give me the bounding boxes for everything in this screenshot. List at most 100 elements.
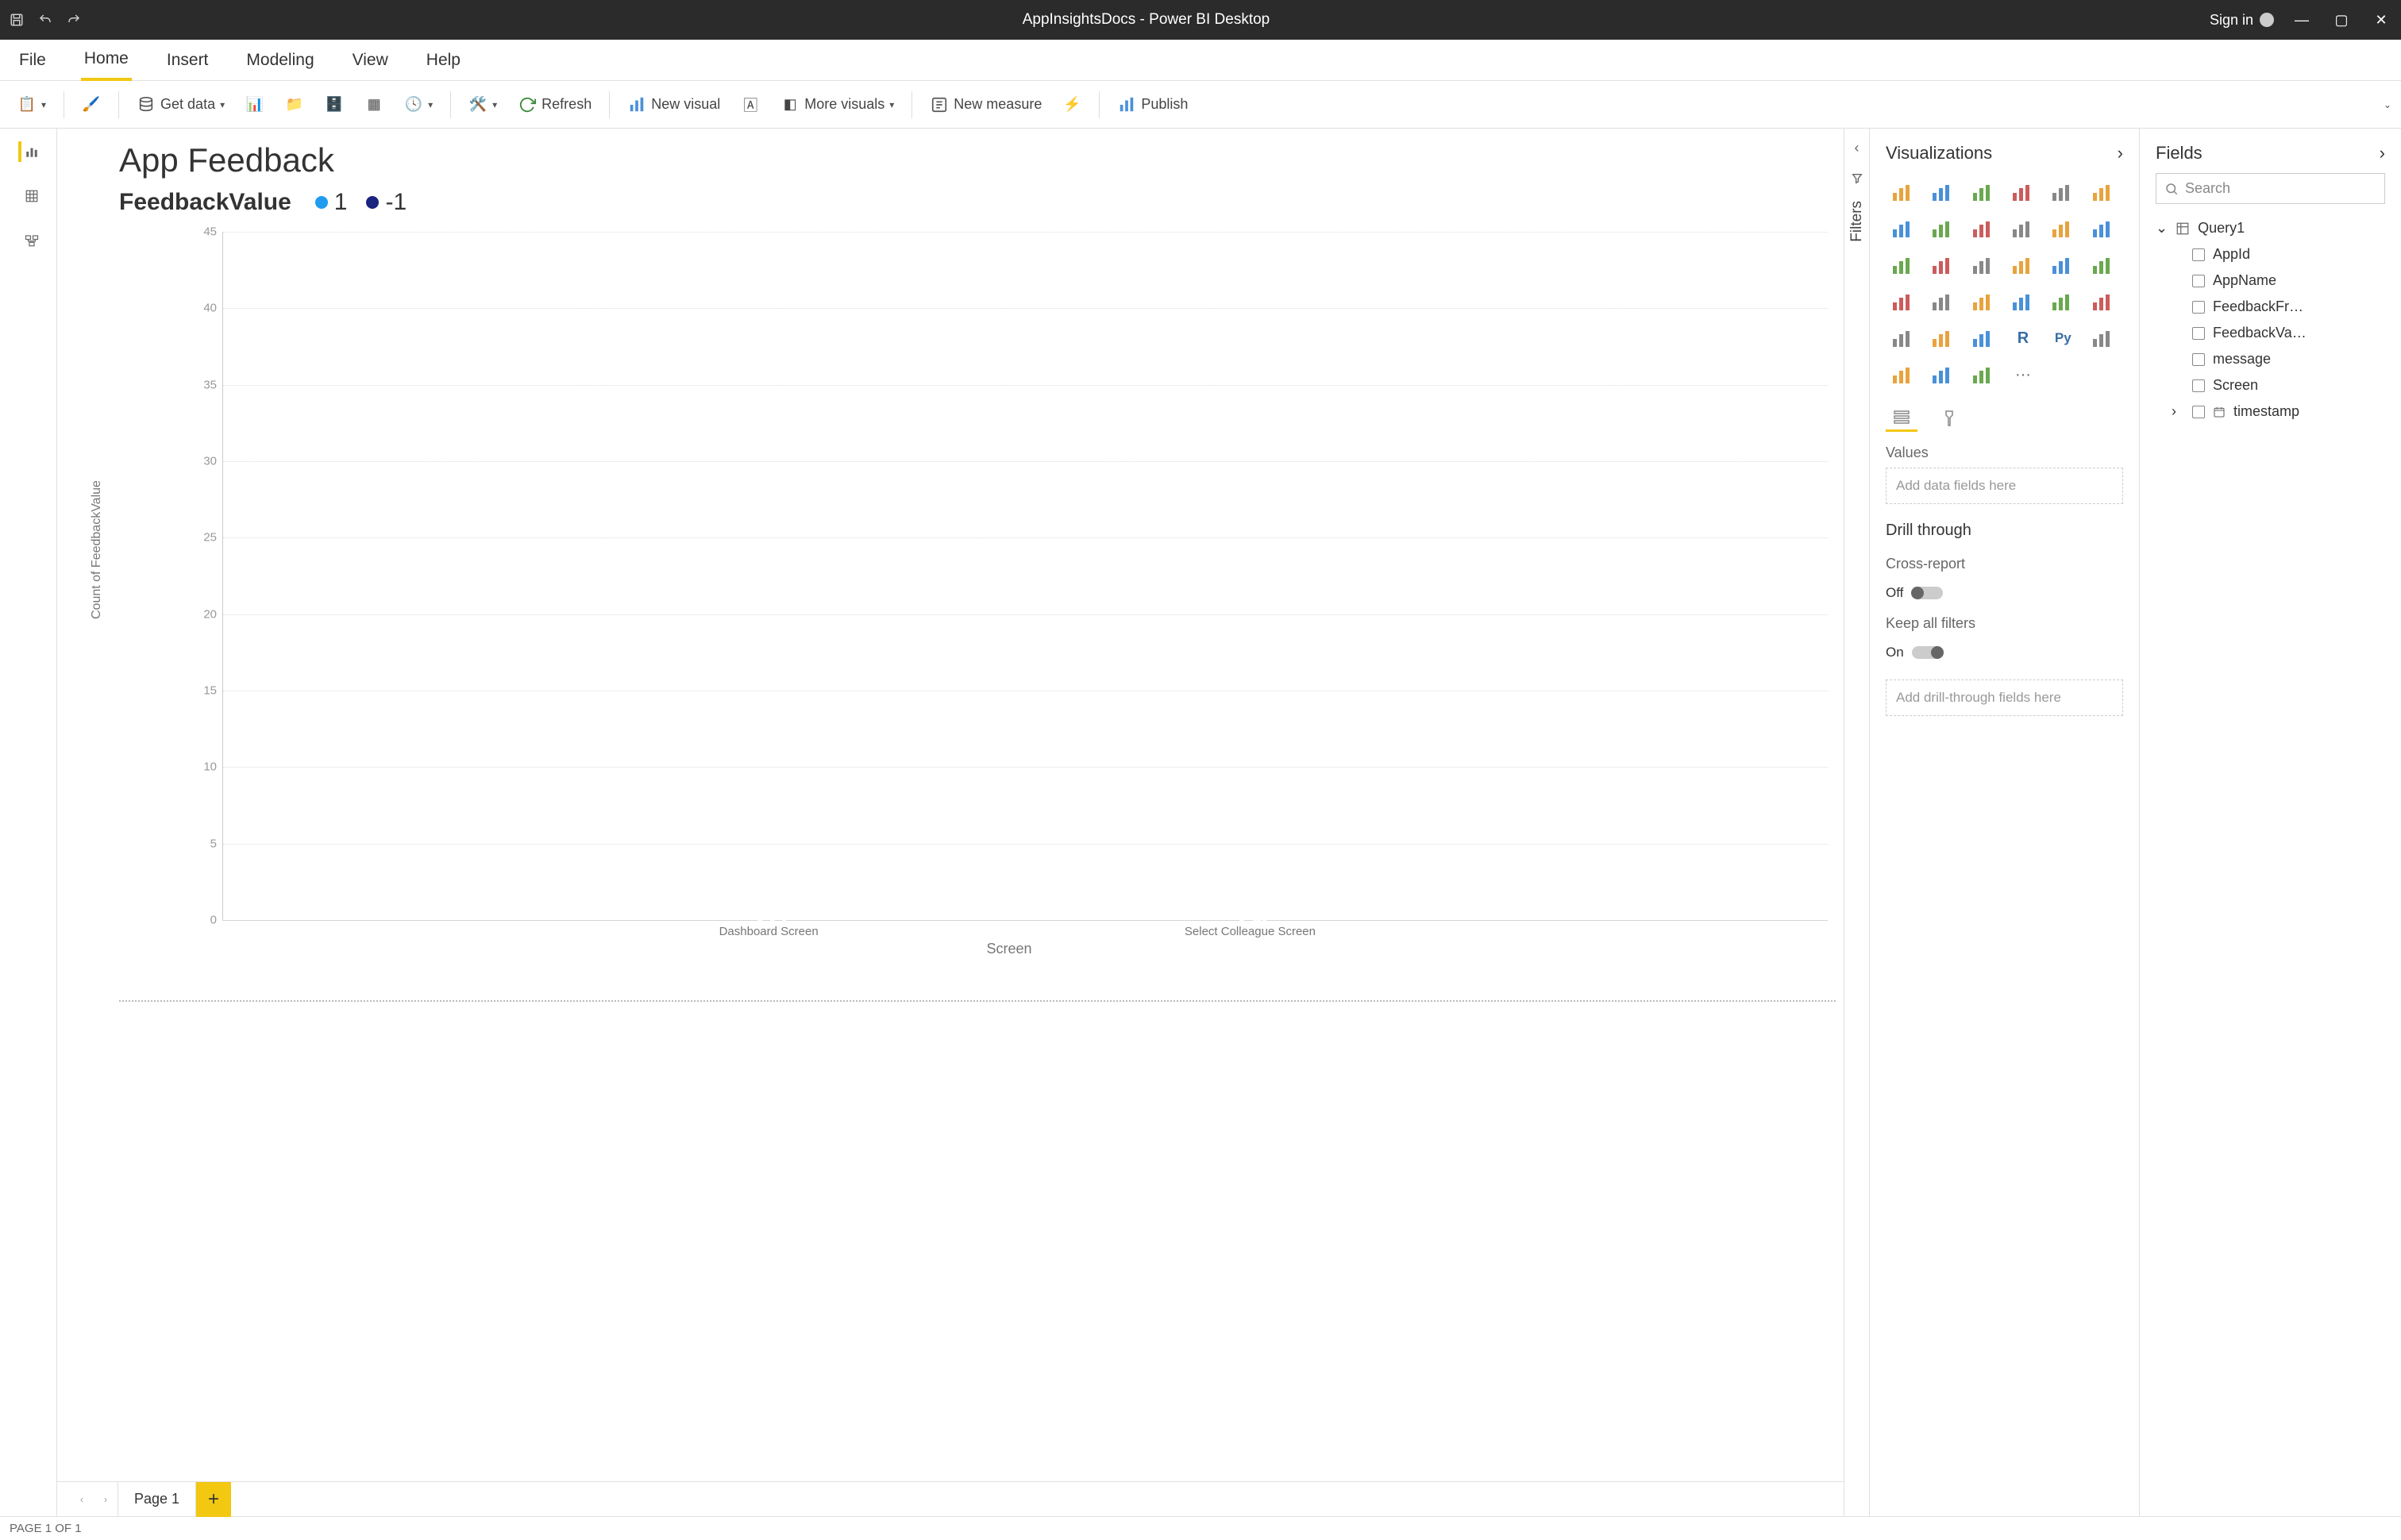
viz-type-filled-map[interactable] (1925, 286, 1960, 318)
viz-type-area[interactable] (1925, 213, 1960, 244)
viz-type-line-column[interactable] (2006, 213, 2041, 244)
viz-type-line-column-clustered[interactable] (2045, 213, 2080, 244)
viz-type-clustered-column[interactable] (2006, 176, 2041, 208)
drill-fields-drop-zone[interactable]: Add drill-through fields here (1886, 680, 2123, 716)
menu-home[interactable]: Home (81, 40, 132, 81)
viz-type-scatter[interactable] (1966, 249, 2001, 281)
viz-type-stacked-bar[interactable] (1886, 176, 1921, 208)
viz-type-card[interactable] (2006, 286, 2041, 318)
enter-data-button[interactable]: ▦ (356, 90, 391, 119)
page-tab-1[interactable]: Page 1 (118, 1481, 196, 1517)
viz-type-paginated[interactable] (1966, 359, 2001, 391)
fields-search-input[interactable]: Search (2156, 173, 2385, 204)
new-visual-button[interactable]: New visual (619, 90, 728, 119)
model-view-button[interactable] (18, 230, 39, 251)
viz-type-stacked-column-100[interactable] (2086, 176, 2121, 208)
viz-type-stacked-bar-100[interactable] (2045, 176, 2080, 208)
viz-type-clustered-bar[interactable] (1925, 176, 1960, 208)
menu-file[interactable]: File (16, 41, 49, 79)
undo-icon[interactable] (37, 11, 54, 29)
field-well-tab[interactable] (1886, 405, 1917, 432)
viz-type-key-influencers[interactable] (2086, 322, 2121, 354)
viz-type-waterfall[interactable] (1886, 249, 1921, 281)
page-prev-button[interactable]: ‹ (70, 1488, 94, 1511)
field-name: timestamp (2233, 403, 2299, 420)
paste-button[interactable]: 📋▾ (10, 90, 54, 119)
field-item[interactable]: ›timestamp (2156, 398, 2385, 425)
ribbon-collapse-icon[interactable]: ⌄ (2384, 99, 2391, 110)
menu-help[interactable]: Help (423, 41, 464, 79)
excel-source-button[interactable]: 📊 (237, 90, 272, 119)
maximize-icon[interactable]: ▢ (2330, 12, 2353, 29)
field-checkbox[interactable] (2192, 248, 2205, 261)
viz-type-line[interactable] (1886, 213, 1921, 244)
minimize-icon[interactable]: — (2290, 12, 2314, 29)
viz-type-funnel[interactable] (1925, 249, 1960, 281)
viz-type-r-visual[interactable]: R (2006, 322, 2041, 354)
field-item[interactable]: AppName (2156, 268, 2385, 294)
viz-type-kpi[interactable] (2086, 286, 2121, 318)
data-view-button[interactable] (18, 186, 39, 206)
field-checkbox[interactable] (2192, 327, 2205, 340)
viz-type-decomposition[interactable] (1886, 359, 1921, 391)
more-visuals-button[interactable]: ◧ More visuals ▾ (773, 90, 902, 119)
format-painter-button[interactable]: 🖌️ (74, 90, 109, 119)
field-item[interactable]: message (2156, 346, 2385, 372)
menu-view[interactable]: View (349, 41, 391, 79)
viz-type-treemap[interactable] (2086, 249, 2121, 281)
filters-expand-icon[interactable]: ‹ (1855, 140, 1860, 156)
recent-sources-button[interactable]: 🕓▾ (396, 90, 441, 119)
viz-type-pie[interactable] (2006, 249, 2041, 281)
viz-type-stacked-column[interactable] (1966, 176, 2001, 208)
pbi-dataset-button[interactable]: 📁 (277, 90, 312, 119)
keep-filters-toggle[interactable] (1912, 646, 1944, 659)
publish-button[interactable]: Publish (1109, 90, 1196, 119)
report-canvas[interactable]: App Feedback FeedbackValue 1 -1 Count of… (57, 129, 1844, 1481)
get-data-button[interactable]: Get data ▾ (129, 90, 233, 119)
field-checkbox[interactable] (2192, 406, 2205, 418)
redo-icon[interactable] (65, 11, 83, 29)
viz-type-more[interactable]: ··· (2006, 359, 2041, 391)
table-node[interactable]: ⌄ Query1 (2156, 215, 2385, 241)
save-icon[interactable] (8, 11, 25, 29)
viz-type-ribbon[interactable] (2086, 213, 2121, 244)
field-item[interactable]: FeedbackFr… (2156, 294, 2385, 320)
field-checkbox[interactable] (2192, 301, 2205, 314)
field-item[interactable]: FeedbackVa… (2156, 320, 2385, 346)
refresh-button[interactable]: Refresh (510, 90, 599, 119)
viz-type-map[interactable] (1886, 286, 1921, 318)
field-checkbox[interactable] (2192, 379, 2205, 392)
field-checkbox[interactable] (2192, 275, 2205, 287)
close-icon[interactable]: ✕ (2369, 12, 2393, 29)
viz-type-table[interactable] (1925, 322, 1960, 354)
viz-type-slicer[interactable] (1886, 322, 1921, 354)
quick-measure-button[interactable]: ⚡ (1054, 90, 1089, 119)
values-drop-zone[interactable]: Add data fields here (1886, 468, 2123, 504)
cross-report-toggle[interactable] (1911, 587, 1943, 599)
field-checkbox[interactable] (2192, 353, 2205, 366)
viz-type-qna[interactable] (1925, 359, 1960, 391)
fields-pane-collapse-icon[interactable]: › (2380, 143, 2385, 164)
format-tab[interactable] (1933, 405, 1965, 432)
new-measure-button[interactable]: New measure (922, 90, 1050, 119)
signin-button[interactable]: Sign in (2210, 12, 2274, 29)
viz-type-matrix[interactable] (1966, 322, 2001, 354)
field-item[interactable]: AppId (2156, 241, 2385, 268)
menu-insert[interactable]: Insert (164, 41, 212, 79)
page-next-button[interactable]: › (94, 1488, 118, 1511)
filters-funnel-icon[interactable] (1851, 172, 1863, 185)
report-view-button[interactable] (18, 141, 39, 162)
menu-modeling[interactable]: Modeling (243, 41, 317, 79)
viz-type-donut[interactable] (2045, 249, 2080, 281)
viz-type-stacked-area[interactable] (1966, 213, 2001, 244)
viz-pane-collapse-icon[interactable]: › (2118, 143, 2123, 164)
sql-source-button[interactable]: 🗄️ (317, 90, 352, 119)
add-page-button[interactable]: + (196, 1482, 231, 1517)
viz-type-gauge[interactable] (1966, 286, 2001, 318)
text-box-button[interactable]: 🄰 (733, 90, 768, 119)
chevron-down-icon: ▾ (492, 99, 497, 110)
viz-type-py-visual[interactable]: Py (2045, 322, 2080, 354)
transform-data-button[interactable]: 🛠️▾ (461, 90, 505, 119)
viz-type-multi-card[interactable] (2045, 286, 2080, 318)
field-item[interactable]: Screen (2156, 372, 2385, 398)
